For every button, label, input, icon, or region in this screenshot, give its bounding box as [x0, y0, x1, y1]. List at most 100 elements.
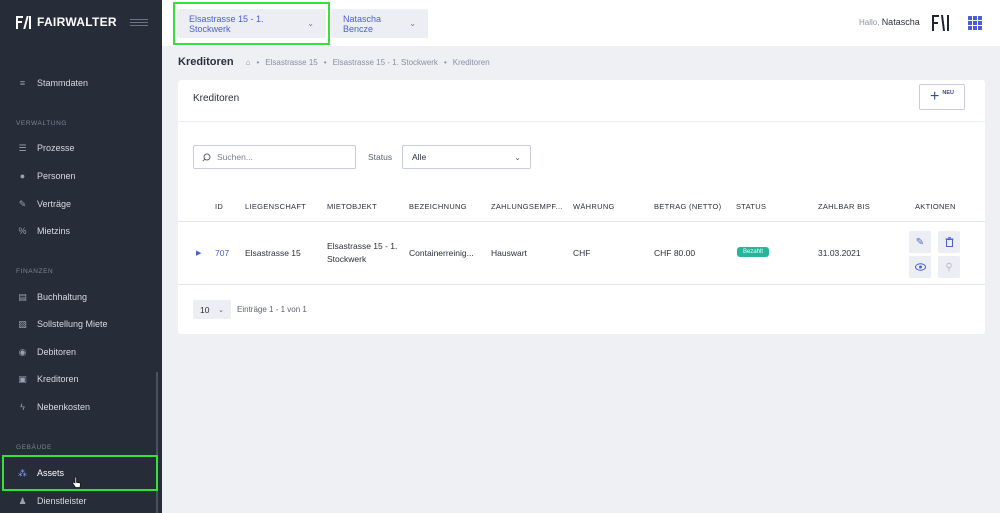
cell-zahlungsempfaenger: Hauswart	[491, 248, 527, 258]
column-header-waehrung[interactable]: WÄHRUNG	[573, 202, 615, 211]
page-size-value: 10	[200, 304, 210, 315]
app-name: FAIRWALTER	[37, 15, 117, 29]
sidebar-item-label: Kreditoren	[37, 374, 79, 384]
status-label: Status	[368, 152, 393, 162]
list-icon: ☰	[18, 142, 27, 153]
wallet-icon: ▣	[18, 373, 27, 384]
status-badge: Bezahlt	[737, 247, 770, 257]
breadcrumb-item: Kreditoren	[452, 57, 490, 67]
share-icon: ⚲	[945, 261, 953, 273]
sidebar-item-dienstleister[interactable]: ♟ Dienstleister	[0, 488, 162, 513]
sidebar-item-mietzins[interactable]: % Mietzins	[0, 218, 162, 244]
sidebar-item-personen[interactable]: ● Personen	[0, 163, 162, 189]
user-name[interactable]: Natascha	[882, 17, 920, 27]
sidebar-item-debitoren[interactable]: ◉ Debitoren	[0, 339, 162, 365]
contract-icon: ✎	[18, 198, 27, 209]
sidebar-item-buchhaltung[interactable]: ▤ Buchhaltung	[0, 284, 162, 310]
page-title: Kreditoren	[178, 56, 234, 68]
search-icon	[202, 153, 211, 162]
row-expand-icon[interactable]: ▶	[196, 249, 201, 257]
cell-bezeichnung: Containerreinig...	[409, 248, 474, 258]
edit-icon: ✎	[915, 236, 925, 248]
sidebar-item-label: Mietzins	[37, 226, 71, 236]
highlight-box-property	[173, 2, 330, 45]
ledger-icon: ▤	[18, 291, 27, 302]
new-button-label: NEU	[942, 90, 954, 96]
eye-icon	[914, 263, 926, 271]
column-header-liegenschaft[interactable]: LIEGENSCHAFT	[245, 202, 306, 211]
sidebar-section-verwaltung: VERWALTUNG	[16, 120, 68, 127]
sidebar-item-prozesse[interactable]: ☰ Prozesse	[0, 135, 162, 161]
apps-grid-icon[interactable]	[968, 16, 982, 30]
column-header-id[interactable]: ID	[215, 202, 223, 211]
kreditoren-card: Kreditoren + NEU Status Alle ⌄ ID LIEGEN…	[178, 80, 985, 334]
chevron-down-icon: ⌄	[409, 19, 416, 28]
search-field[interactable]	[193, 145, 356, 169]
status-select[interactable]: Alle ⌄	[402, 145, 531, 169]
sidebar-item-label: Dienstleister	[37, 496, 87, 506]
sidebar: FAIRWALTER ≡ Stammdaten VERWALTUNG ☰ Pro…	[0, 0, 162, 513]
plus-icon: +	[930, 88, 940, 105]
sidebar-item-label: Stammdaten	[37, 78, 89, 88]
sidebar-item-stammdaten[interactable]: ≡ Stammdaten	[0, 70, 162, 96]
sidebar-item-label: Prozesse	[37, 143, 75, 153]
sidebar-item-label: Nebenkosten	[37, 402, 91, 412]
column-header-bezeichnung[interactable]: BEZEICHNUNG	[409, 202, 467, 211]
percent-icon: %	[18, 225, 27, 236]
edit-button[interactable]: ✎	[909, 231, 931, 253]
cell-zahlbar-bis: 31.03.2021	[818, 248, 861, 258]
sidebar-item-label: Verträge	[37, 199, 72, 209]
chevron-down-icon: ⌄	[218, 306, 224, 314]
user-greeting: Hallo, Natascha	[859, 17, 920, 27]
card-title: Kreditoren	[193, 93, 240, 104]
sidebar-item-nebenkosten[interactable]: ϟ Nebenkosten	[0, 394, 162, 420]
brand-mark-icon[interactable]	[931, 13, 951, 33]
sidebar-item-sollstellung-miete[interactable]: ▧ Sollstellung Miete	[0, 311, 162, 337]
delete-button[interactable]	[938, 231, 960, 253]
sidebar-scrollbar[interactable]	[156, 372, 158, 513]
database-icon: ≡	[19, 77, 26, 88]
logo[interactable]: FAIRWALTER	[16, 15, 117, 29]
breadcrumb-item[interactable]: Elsastrasse 15	[265, 58, 317, 67]
hand-cursor-icon	[72, 476, 81, 488]
sidebar-item-kreditoren[interactable]: ▣ Kreditoren	[0, 366, 162, 392]
menu-toggle-icon[interactable]	[130, 19, 148, 27]
search-input[interactable]	[217, 152, 347, 162]
breadcrumb: Kreditoren ⌂ • Elsastrasse 15 • Elsastra…	[178, 56, 490, 68]
sidebar-item-label: Personen	[37, 171, 76, 181]
coins-icon: ◉	[18, 346, 27, 357]
sidebar-item-label: Sollstellung Miete	[37, 319, 108, 329]
column-header-zahlungsempfaenger[interactable]: ZAHLUNGSEMPF...	[491, 202, 563, 211]
bolt-icon: ϟ	[20, 401, 25, 412]
column-header-aktionen: AKTIONEN	[915, 202, 956, 211]
users-icon: ●	[19, 170, 26, 181]
sidebar-section-gebaeude: GEBÄUDE	[16, 444, 52, 451]
column-header-mietobjekt[interactable]: MIETOBJEKT	[327, 202, 377, 211]
status-select-value: Alle	[412, 152, 427, 162]
sidebar-item-vertraege[interactable]: ✎ Verträge	[0, 191, 162, 217]
row-id-link[interactable]: 707	[215, 248, 229, 258]
column-header-zahlbar-bis[interactable]: ZAHLBAR BIS	[818, 202, 870, 211]
chevron-down-icon: ⌄	[514, 152, 521, 162]
cell-mietobjekt-line2: Stockwerk	[327, 254, 367, 264]
sidebar-item-label: Debitoren	[37, 347, 77, 357]
cell-mietobjekt-line1: Elsastrasse 15 - 1.	[327, 241, 398, 251]
column-header-betrag[interactable]: BETRAG (NETTO)	[654, 202, 721, 211]
assign-button[interactable]: ⚲	[938, 256, 960, 278]
page-size-select[interactable]: 10 ⌄	[193, 300, 231, 319]
person-dropdown[interactable]: Natascha Bencze ⌄	[331, 9, 428, 38]
cell-liegenschaft: Elsastrasse 15	[245, 248, 301, 258]
fairwalter-logo-icon	[16, 15, 32, 29]
breadcrumb-item[interactable]: Elsastrasse 15 - 1. Stockwerk	[333, 58, 438, 67]
invoice-icon: ▧	[18, 318, 27, 329]
greeting-text: Hallo,	[859, 18, 880, 27]
trash-icon	[945, 237, 953, 247]
sidebar-section-finanzen: FINANZEN	[16, 268, 54, 275]
worker-icon: ♟	[18, 495, 27, 506]
new-button[interactable]: + NEU	[919, 84, 965, 110]
home-icon[interactable]: ⌂	[246, 58, 251, 67]
column-header-status[interactable]: STATUS	[736, 202, 766, 211]
view-button[interactable]	[909, 256, 931, 278]
person-dropdown-label: Natascha Bencze	[343, 13, 382, 34]
sidebar-item-label: Buchhaltung	[37, 292, 88, 302]
